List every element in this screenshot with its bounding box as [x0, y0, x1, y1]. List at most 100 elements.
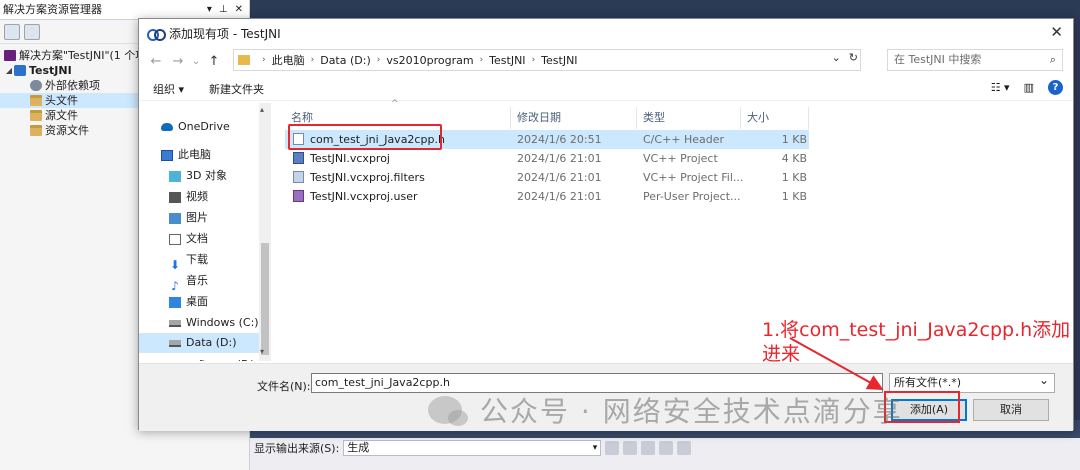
search-input[interactable]: 在 TestJNI 中搜索 ⌕: [887, 49, 1063, 71]
goto-message-icon[interactable]: [605, 441, 620, 455]
nav-item[interactable]: ⬇ 下载: [169, 250, 208, 272]
filters-file-icon: [293, 171, 304, 183]
help-icon[interactable]: ?: [1048, 80, 1063, 95]
nav-item[interactable]: ♪ 音乐: [169, 271, 208, 293]
output-source-label: 显示输出来源(S):: [254, 442, 340, 455]
breadcrumb-testjni[interactable]: TestJNI: [489, 54, 525, 67]
sort-ascending-icon: ^: [391, 99, 399, 109]
wechat-logo-icon: [428, 396, 468, 426]
nav-item-label: 此电脑: [178, 148, 211, 161]
change-view-icon[interactable]: ☷ ▾: [991, 81, 1010, 94]
nav-item[interactable]: 桌面: [169, 292, 208, 312]
properties-button[interactable]: [4, 23, 20, 40]
nav-item[interactable]: OneDrive: [161, 117, 230, 137]
solution-icon: [4, 50, 16, 61]
nav-item[interactable]: 文档: [169, 229, 208, 249]
nav-item[interactable]: software (F:): [169, 355, 255, 361]
tree-item-label: 解决方案"TestJNI"(1 个项: [19, 49, 147, 62]
folder-icon: [30, 110, 42, 121]
file-type-cell: VC++ Project Fil...: [643, 171, 744, 184]
address-dropdown-icon[interactable]: ⌄: [832, 51, 841, 64]
nav-item[interactable]: Data (D:): [139, 333, 259, 353]
vcxproj-file-icon: [293, 152, 304, 164]
file-modified-cell: 2024/1/6 21:01: [517, 171, 602, 184]
column-header-type[interactable]: 类型: [637, 107, 741, 129]
file-modified-cell: 2024/1/6 21:01: [517, 152, 602, 165]
file-size-cell: 1 KB: [781, 190, 807, 203]
dialog-close-icon[interactable]: ✕: [1050, 23, 1063, 41]
refresh-icon[interactable]: ↻: [849, 51, 858, 64]
onedrive-icon: [161, 123, 173, 131]
breadcrumb-data-d[interactable]: Data (D:): [320, 54, 371, 67]
up-icon[interactable]: ↑: [203, 54, 225, 69]
show-all-files-button[interactable]: [24, 23, 40, 40]
file-name: TestJNI.vcxproj: [310, 152, 390, 165]
output-source-dropdown[interactable]: 生成: [343, 440, 602, 456]
next-message-icon[interactable]: [641, 441, 656, 455]
column-header-modified[interactable]: 修改日期: [511, 107, 637, 129]
nav-item-label: 3D 对象: [186, 169, 227, 182]
scroll-down-icon[interactable]: ▾: [260, 347, 264, 356]
word-wrap-icon[interactable]: [677, 441, 692, 455]
folder-icon: [30, 95, 42, 106]
file-row[interactable]: TestJNI.vcxproj.filters 2024/1/6 21:01 VC+…: [285, 168, 809, 187]
panel-dropdown-icon[interactable]: ▾: [207, 0, 212, 20]
tree-item-label: 资源文件: [45, 124, 89, 137]
address-bar[interactable]: › 此电脑 › Data (D:) › vs2010program › Test…: [233, 49, 861, 71]
nav-item-label: 桌面: [186, 295, 208, 308]
column-header-size[interactable]: 大小: [741, 107, 809, 129]
file-row[interactable]: TestJNI.vcxproj.user 2024/1/6 21:01 Per-Us…: [285, 187, 809, 206]
search-icon: ⌕: [1049, 53, 1056, 66]
drive-icon: [169, 339, 181, 347]
forward-icon[interactable]: →: [167, 54, 189, 69]
dialog-title: 添加现有项 - TestJNI: [169, 26, 281, 41]
expand-triangle-icon[interactable]: ◢: [4, 63, 14, 78]
file-modified-cell: 2024/1/6 20:51: [517, 133, 602, 146]
chevron-right-icon: ›: [262, 55, 266, 65]
chevron-right-icon: ›: [479, 55, 484, 65]
preview-pane-icon[interactable]: ▥: [1024, 81, 1034, 94]
nav-item[interactable]: 3D 对象: [169, 166, 227, 186]
drive-icon: [169, 319, 181, 327]
nav-item-label: 文档: [186, 232, 208, 245]
nav-item-label: 视频: [186, 190, 208, 203]
cancel-button[interactable]: 取消: [973, 399, 1049, 421]
chevron-right-icon: ›: [531, 55, 536, 65]
breadcrumb-testjni-sub[interactable]: TestJNI: [541, 54, 577, 67]
breadcrumb-this-pc[interactable]: 此电脑: [272, 52, 305, 68]
new-folder-button[interactable]: 新建文件夹: [209, 81, 264, 97]
nav-item-label: OneDrive: [178, 120, 230, 133]
nav-item[interactable]: 视频: [169, 187, 208, 207]
command-bar: 组织 ▾ 新建文件夹 ☷ ▾ ▥ ?: [139, 77, 1073, 101]
watermark-text: 公众号 · 网络安全技术点滴分享: [480, 395, 903, 428]
user-file-icon: [293, 190, 304, 202]
dialog-title-bar: 添加现有项 - TestJNI: [139, 19, 1073, 47]
prev-message-icon[interactable]: [623, 441, 638, 455]
file-name: TestJNI.vcxproj.user: [310, 190, 418, 203]
tree-item-label: 外部依赖项: [45, 79, 100, 92]
solution-explorer-title: 解决方案资源管理器: [3, 3, 102, 16]
nav-item[interactable]: Windows (C:): [169, 313, 259, 333]
file-modified-cell: 2024/1/6 21:01: [517, 190, 602, 203]
file-row[interactable]: TestJNI.vcxproj 2024/1/6 21:01 VC++ Projec…: [285, 149, 809, 168]
scroll-up-icon[interactable]: ▴: [260, 105, 264, 114]
clear-all-icon[interactable]: [659, 441, 674, 455]
panel-pin-icon[interactable]: ⊥: [219, 0, 228, 20]
organize-button[interactable]: 组织 ▾: [153, 81, 184, 97]
search-placeholder: 在 TestJNI 中搜索: [894, 53, 982, 66]
nav-item[interactable]: 图片: [169, 208, 208, 228]
navigation-scrollbar[interactable]: ▴ ▾: [259, 103, 271, 361]
scrollbar-thumb[interactable]: [261, 243, 269, 355]
nav-item[interactable]: 此电脑: [161, 145, 211, 165]
panel-close-icon[interactable]: ✕: [235, 0, 243, 20]
breadcrumb-vs2010program[interactable]: vs2010program: [386, 54, 473, 67]
pictures-icon: [169, 212, 181, 224]
file-type-cell: Per-User Project...: [643, 190, 741, 203]
recent-locations-icon[interactable]: ⌄: [189, 56, 203, 67]
file-type-filter[interactable]: 所有文件(*.*): [889, 371, 1055, 393]
tree-item-label: 源文件: [45, 109, 78, 122]
file-type-cell: C/C++ Header: [643, 133, 725, 146]
back-icon[interactable]: ←: [145, 54, 167, 69]
annotation-text: 1.将com_test_jni_Java2cpp.h添加进来: [762, 319, 1071, 365]
tree-item-label: TestJNI: [29, 64, 72, 77]
